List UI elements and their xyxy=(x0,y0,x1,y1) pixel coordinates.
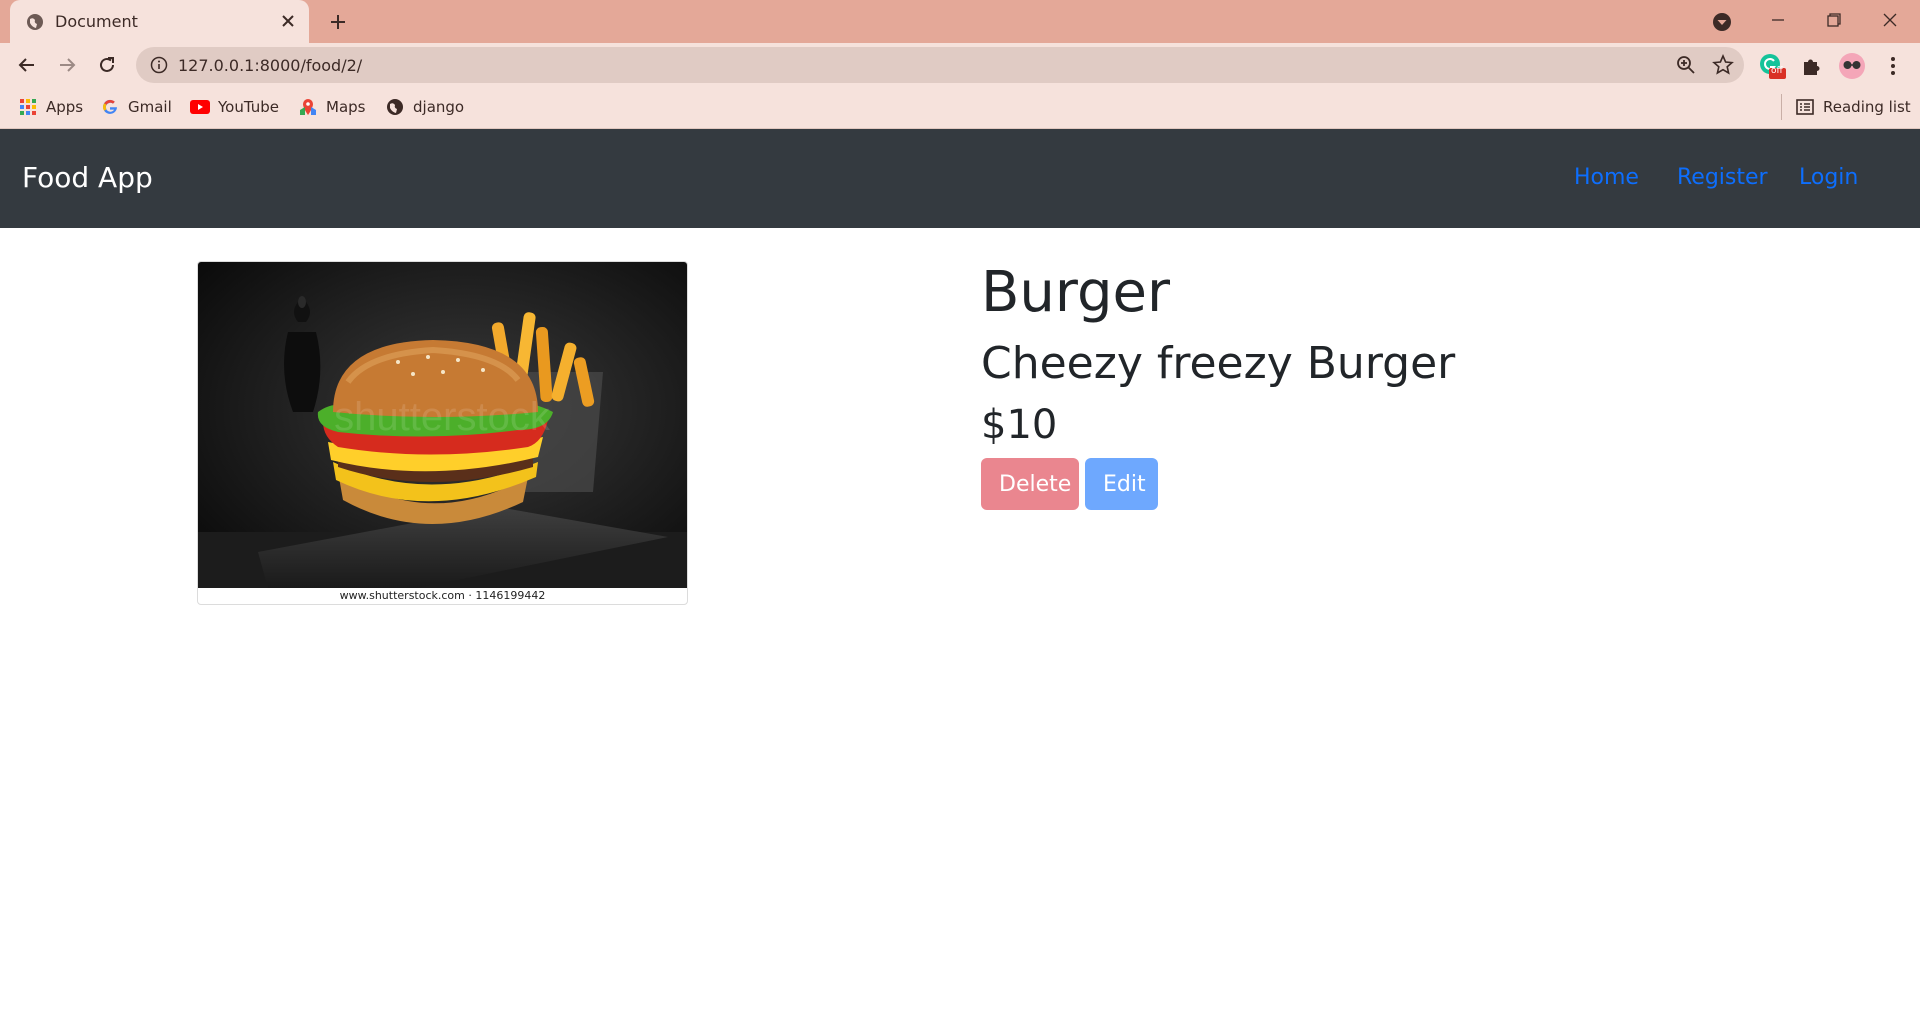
food-image-card: shutterstock www.shutterstock.com · 1146… xyxy=(197,261,688,605)
grammarly-extension-icon[interactable]: off xyxy=(1758,52,1786,80)
bookmark-maps[interactable]: Maps xyxy=(298,96,365,118)
address-bar[interactable]: 127.0.0.1:8000/food/2/ xyxy=(136,47,1744,83)
nav-login-link[interactable]: Login xyxy=(1799,165,1858,190)
bookmark-label: Apps xyxy=(46,98,84,116)
tab-search-icon[interactable] xyxy=(1710,10,1734,34)
food-name: Burger xyxy=(981,260,1170,325)
bookmark-label: YouTube xyxy=(218,98,279,116)
extensions-puzzle-icon[interactable] xyxy=(1798,52,1826,80)
watermark-text: shutterstock xyxy=(334,395,551,439)
bookmark-label: Maps xyxy=(326,98,366,116)
nav-home-link[interactable]: Home xyxy=(1574,165,1639,190)
globe-icon xyxy=(27,14,43,30)
forward-icon[interactable] xyxy=(52,50,82,80)
food-photo: shutterstock xyxy=(198,262,687,588)
minimize-icon[interactable] xyxy=(1750,0,1806,40)
url-text: 127.0.0.1:8000/food/2/ xyxy=(178,56,363,75)
apps-grid-icon xyxy=(18,97,38,117)
reading-list-button[interactable]: Reading list xyxy=(1795,96,1911,118)
reload-icon[interactable] xyxy=(92,50,122,80)
food-description: Cheezy freezy Burger xyxy=(981,338,1456,389)
google-icon xyxy=(100,97,120,117)
profile-avatar-icon[interactable] xyxy=(1838,52,1866,80)
bookmark-label: django xyxy=(413,98,465,116)
maps-icon xyxy=(298,97,318,117)
close-window-icon[interactable] xyxy=(1862,0,1918,40)
tab-title: Document xyxy=(55,12,138,31)
zoom-icon[interactable] xyxy=(1676,55,1696,75)
food-price: $10 xyxy=(981,402,1058,448)
reading-list-icon xyxy=(1795,97,1815,117)
youtube-icon xyxy=(190,97,210,117)
browser-toolbar: 127.0.0.1:8000/food/2/ off xyxy=(0,43,1920,86)
bookmark-gmail[interactable]: Gmail xyxy=(100,96,172,118)
browser-menu-icon[interactable] xyxy=(1879,52,1907,80)
restore-icon[interactable] xyxy=(1806,0,1862,40)
site-navbar: Food App Home Register Login xyxy=(0,129,1920,228)
tab-strip: Document xyxy=(0,0,1920,43)
bookmark-apps[interactable]: Apps xyxy=(18,96,83,118)
bookmark-label: Gmail xyxy=(128,98,172,116)
bookmarks-separator xyxy=(1781,94,1782,120)
globe-icon xyxy=(385,97,405,117)
reading-list-label: Reading list xyxy=(1823,98,1911,116)
site-info-icon[interactable] xyxy=(150,56,168,74)
bookmark-django[interactable]: django xyxy=(385,96,464,118)
nav-register-link[interactable]: Register xyxy=(1677,165,1768,190)
close-tab-icon[interactable] xyxy=(275,8,301,34)
brand-link[interactable]: Food App xyxy=(22,161,153,194)
new-tab-icon[interactable] xyxy=(324,8,352,36)
delete-button[interactable]: Delete xyxy=(981,458,1079,510)
bookmarks-bar: Apps Gmail YouTube Maps django Reading l… xyxy=(0,86,1920,129)
bookmark-youtube[interactable]: YouTube xyxy=(190,96,279,118)
extension-badge-text: off xyxy=(1771,66,1783,76)
browser-tab[interactable]: Document xyxy=(10,0,309,43)
back-icon[interactable] xyxy=(12,50,42,80)
edit-button[interactable]: Edit xyxy=(1085,458,1158,510)
image-caption: www.shutterstock.com · 1146199442 xyxy=(339,589,546,602)
bookmark-star-icon[interactable] xyxy=(1712,54,1734,76)
